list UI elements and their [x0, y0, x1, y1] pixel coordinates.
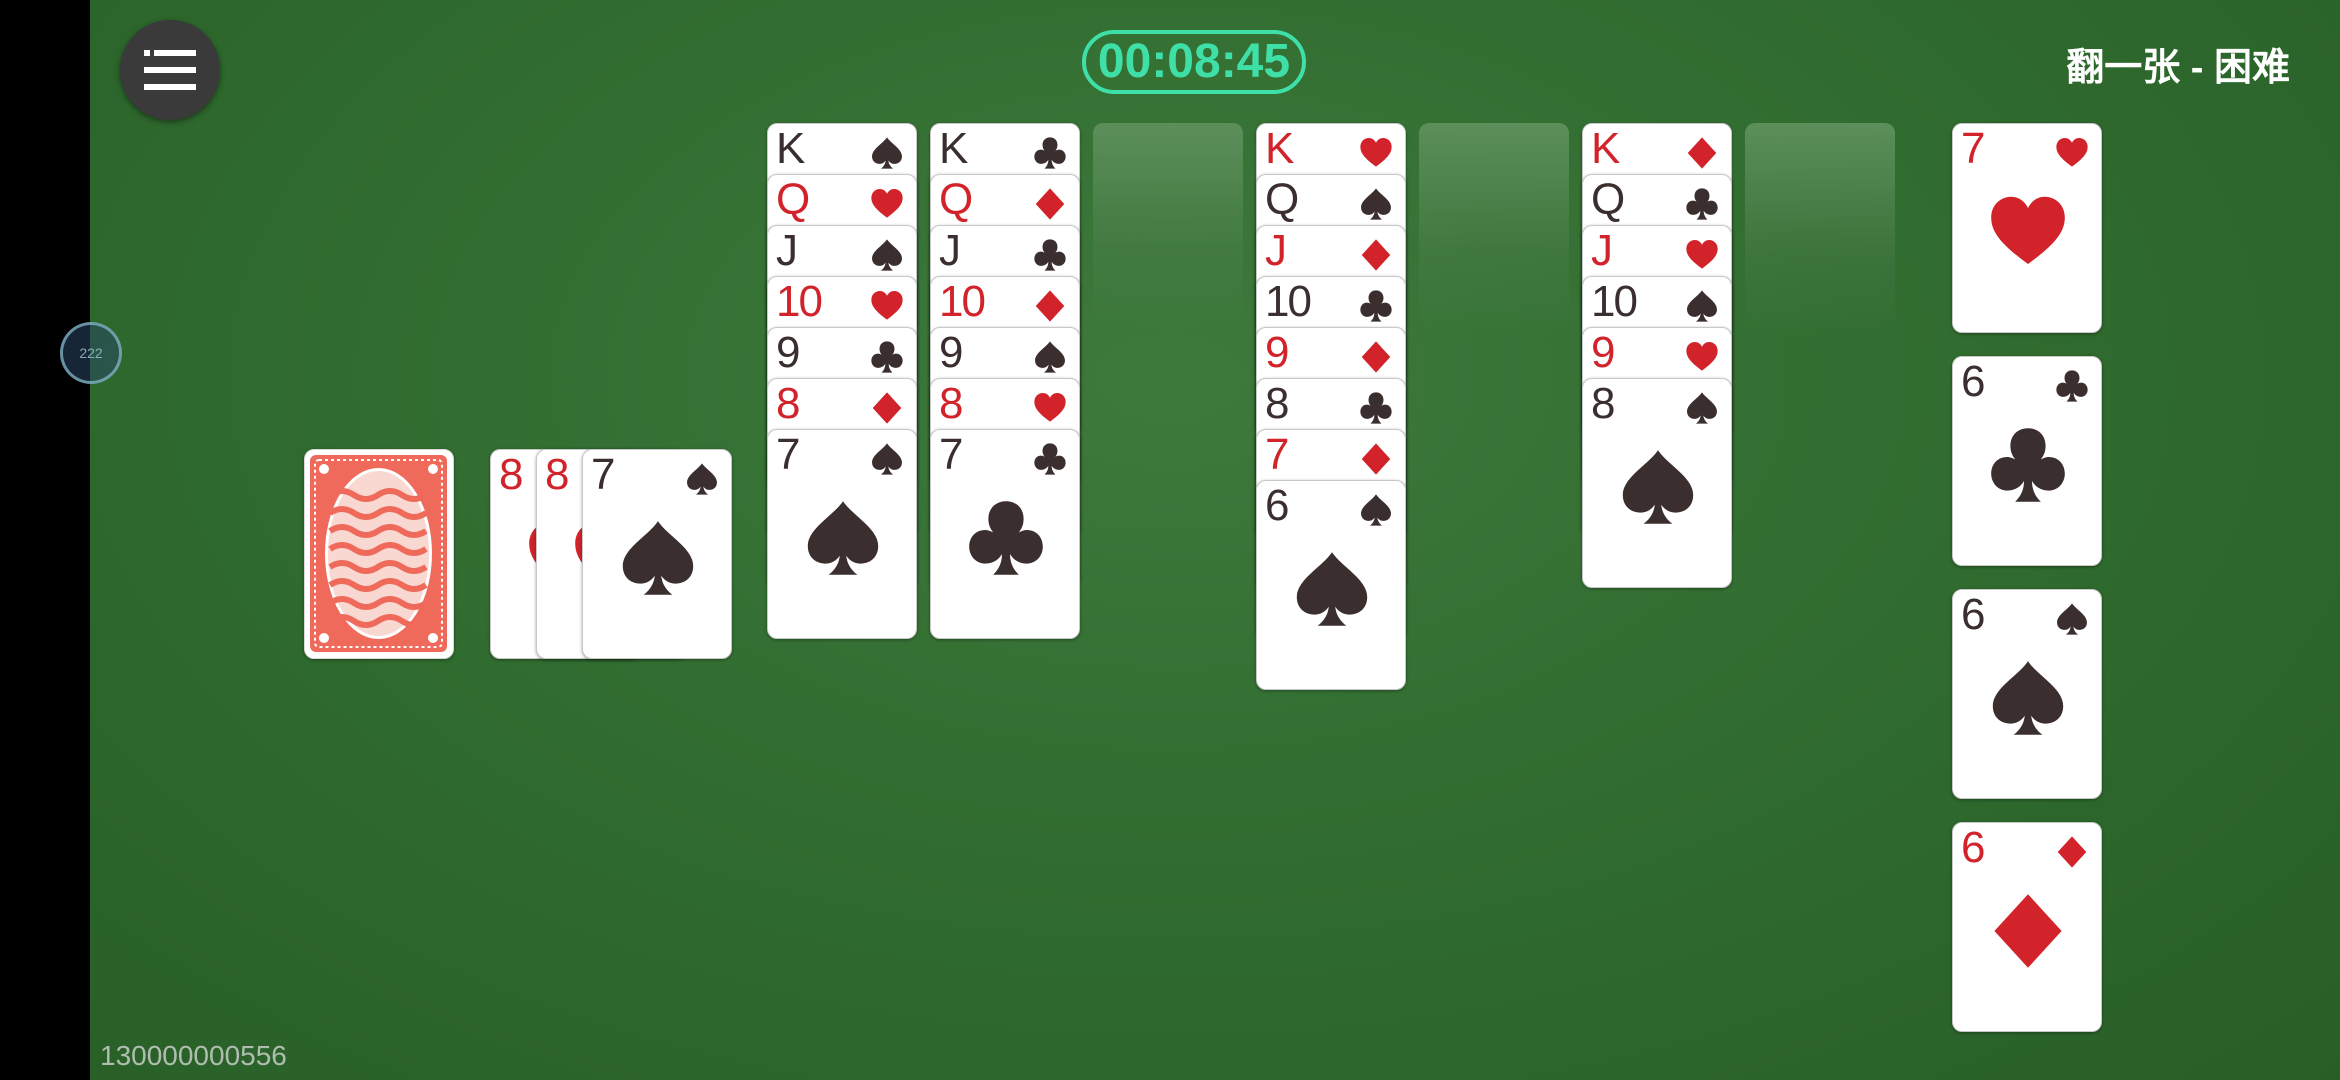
game-timer: 00:08:45 — [1082, 30, 1306, 94]
card-rank: J — [1265, 226, 1287, 275]
card-rank: 6 — [1961, 590, 1986, 639]
heart-icon — [1034, 393, 1066, 422]
club-icon — [2056, 370, 2088, 402]
diamond-icon — [1035, 188, 1065, 220]
spade-large-icon — [1622, 450, 1694, 524]
heart-icon — [871, 291, 903, 320]
spade-icon — [1361, 494, 1391, 526]
empty-tableau-slot[interactable] — [1093, 123, 1243, 333]
card-rank: 7 — [591, 450, 616, 499]
spade-large-icon — [1296, 552, 1368, 626]
card-rank: Q — [776, 175, 810, 224]
club-icon — [1034, 239, 1066, 271]
foundation-card[interactable]: 6 — [1952, 822, 2102, 1032]
foundation-card[interactable]: 6 — [1952, 356, 2102, 566]
card-rank: K — [939, 124, 968, 173]
card-rank: 6 — [1961, 823, 1986, 872]
card-rank: 8 — [1591, 379, 1616, 428]
card-rank: 6 — [1961, 357, 1986, 406]
card-rank: 10 — [939, 277, 986, 326]
heart-icon — [1686, 240, 1718, 269]
heart-icon — [871, 189, 903, 218]
diamond-icon — [1361, 443, 1391, 475]
card-back-pattern-icon — [310, 455, 447, 652]
spade-large-icon — [1992, 661, 2064, 735]
tableau-card[interactable]: 7 — [767, 429, 917, 639]
foundation-card[interactable]: 7 — [1952, 123, 2102, 333]
tableau-card[interactable]: 8 — [1582, 378, 1732, 588]
card-rank: 7 — [776, 430, 801, 479]
card-rank: 9 — [1591, 328, 1616, 377]
diamond-icon — [1361, 239, 1391, 271]
spade-icon — [1361, 188, 1391, 220]
heart-icon — [2056, 138, 2088, 167]
spade-icon — [872, 443, 902, 475]
card-rank: 8 — [776, 379, 801, 428]
spade-icon — [1687, 392, 1717, 424]
game-mode-title: 翻一张 - 困难 — [2066, 47, 2290, 89]
spade-icon — [1687, 290, 1717, 322]
card-rank: J — [1591, 226, 1613, 275]
spade-icon — [872, 137, 902, 169]
foundation-card[interactable]: 6 — [1952, 589, 2102, 799]
card-rank: Q — [939, 175, 973, 224]
card-rank: Q — [1265, 175, 1299, 224]
empty-tableau-slot[interactable] — [1419, 123, 1569, 333]
diamond-icon — [1687, 137, 1717, 169]
card-rank: 8 — [499, 450, 524, 499]
card-rank: 7 — [1961, 124, 1986, 173]
empty-tableau-slot[interactable] — [1745, 123, 1895, 333]
card-rank: 9 — [939, 328, 964, 377]
card-rank: 6 — [1265, 481, 1290, 530]
stock-pile[interactable] — [304, 449, 454, 659]
card-rank: 8 — [939, 379, 964, 428]
tableau-card[interactable]: 6 — [1256, 480, 1406, 690]
card-rank: 9 — [1265, 328, 1290, 377]
card-rank: 7 — [1265, 430, 1290, 479]
club-icon — [1034, 137, 1066, 169]
left-black-bar — [0, 0, 90, 1080]
card-rank: J — [939, 226, 961, 275]
spade-large-icon — [622, 521, 694, 595]
diamond-icon — [1035, 290, 1065, 322]
spade-icon — [1035, 341, 1065, 373]
card-rank: 9 — [776, 328, 801, 377]
card-rank: 10 — [776, 277, 823, 326]
card-rank: 10 — [1591, 277, 1638, 326]
card-rank: 8 — [1265, 379, 1290, 428]
heart-icon — [1360, 138, 1392, 167]
diamond-icon — [2057, 836, 2087, 868]
card-rank: J — [776, 226, 798, 275]
card-rank: K — [776, 124, 805, 173]
card-rank: K — [1265, 124, 1294, 173]
heart-large-icon — [1991, 196, 2065, 264]
club-icon — [871, 341, 903, 373]
menu-button[interactable] — [120, 20, 220, 120]
spade-icon — [687, 463, 717, 495]
club-icon — [1360, 392, 1392, 424]
waste-card[interactable]: 7 — [582, 449, 732, 659]
diamond-icon — [872, 392, 902, 424]
floating-assistant-ball[interactable]: 222 — [60, 322, 122, 384]
card-rank: Q — [1591, 175, 1625, 224]
card-rank: 10 — [1265, 277, 1312, 326]
club-large-icon — [1991, 428, 2065, 502]
spade-icon — [2057, 603, 2087, 635]
club-icon — [1360, 290, 1392, 322]
heart-icon — [1686, 342, 1718, 371]
club-icon — [1686, 188, 1718, 220]
spade-large-icon — [807, 501, 879, 575]
card-rank: 8 — [545, 450, 570, 499]
menu-list-icon — [144, 50, 196, 90]
diamond-icon — [1361, 341, 1391, 373]
spade-icon — [872, 239, 902, 271]
card-rank: K — [1591, 124, 1620, 173]
tableau-card[interactable]: 7 — [930, 429, 1080, 639]
club-icon — [1034, 443, 1066, 475]
diamond-large-icon — [1994, 894, 2062, 968]
club-large-icon — [969, 501, 1043, 575]
card-rank: 7 — [939, 430, 964, 479]
device-id-label: 130000000556 — [100, 1040, 287, 1071]
